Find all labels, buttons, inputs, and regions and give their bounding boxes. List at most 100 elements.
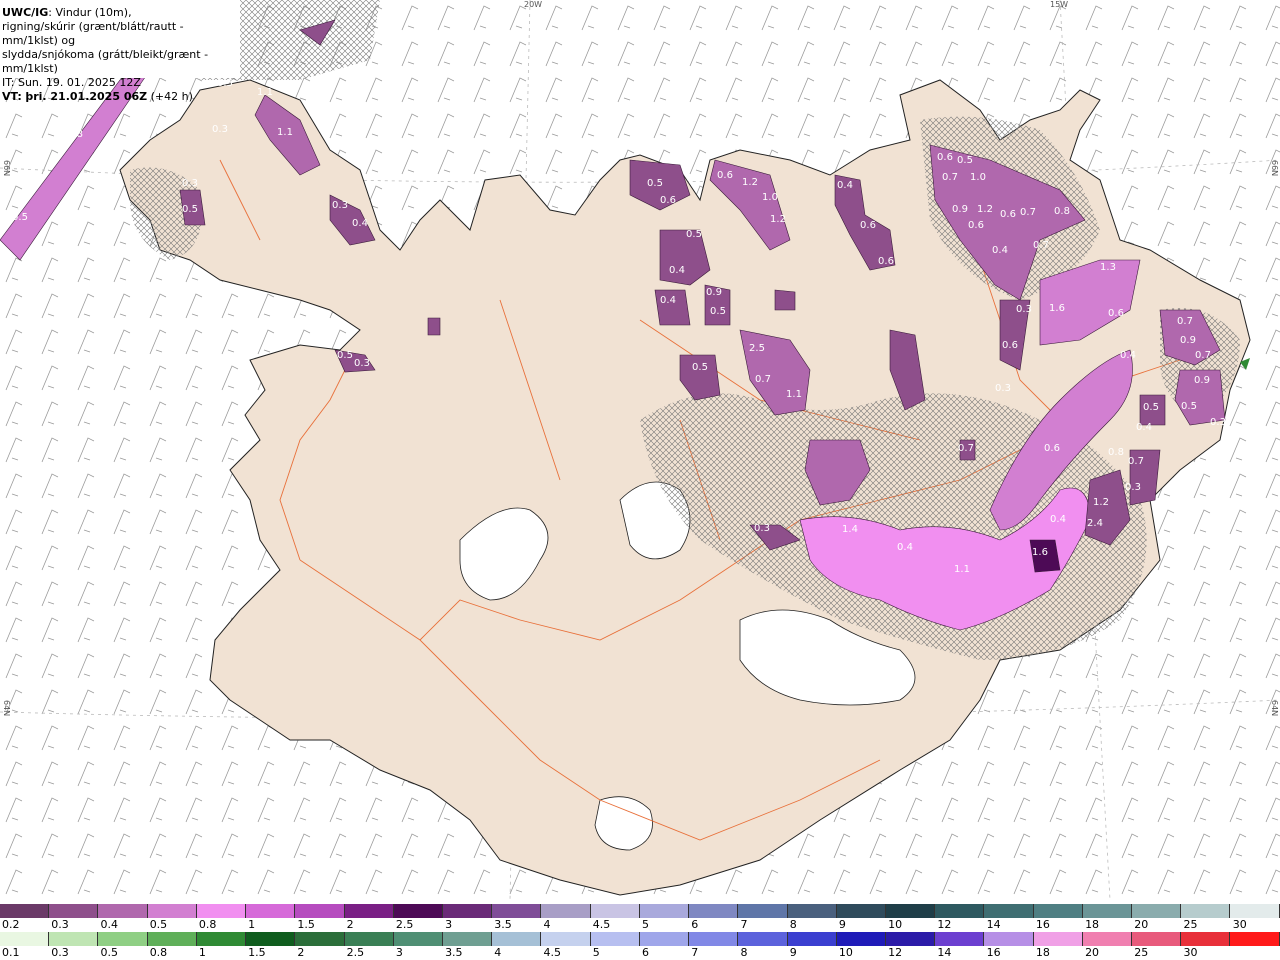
legend-swatch bbox=[442, 904, 493, 918]
legend-swatch bbox=[0, 904, 50, 918]
legend-swatch bbox=[246, 932, 296, 946]
precip-value-label: 0.4 bbox=[897, 542, 913, 553]
precip-value-label: 0.4 bbox=[1050, 514, 1066, 525]
precip-value-label: 1.1 bbox=[277, 127, 293, 138]
legend-label: 0.4 bbox=[100, 918, 118, 931]
legend-label: 25 bbox=[1183, 918, 1198, 931]
legend-swatch bbox=[885, 904, 936, 918]
precip-value-label: 0.6 bbox=[968, 220, 984, 231]
header-line3: slydda/snjókoma (grátt/bleikt/grænt - mm… bbox=[2, 48, 209, 75]
legend-label: 0.5 bbox=[149, 918, 168, 931]
legend-swatch bbox=[935, 932, 985, 946]
precip-value-label: 0.9 bbox=[952, 204, 968, 215]
precip-value-label: 0.3 bbox=[354, 358, 370, 369]
precip-value-label: 0.7 bbox=[1177, 316, 1193, 327]
legend-label: 12 bbox=[937, 918, 952, 931]
precip-value-label: 0.9 bbox=[1180, 335, 1196, 346]
lat-64n-left-label: 64N bbox=[2, 700, 11, 717]
header-line1: : Vindur (10m), bbox=[48, 6, 132, 19]
legend-label: 0.5 bbox=[100, 946, 118, 959]
lon-15w-label: 15W bbox=[1050, 0, 1069, 9]
precip-value-label: 1.0 bbox=[762, 192, 778, 203]
legend-label: 2 bbox=[297, 946, 305, 959]
legend-swatch bbox=[147, 932, 197, 946]
precip-value-label: 0.5 bbox=[12, 212, 28, 223]
legend-label: 7 bbox=[691, 946, 699, 959]
legend-label: 8 bbox=[789, 918, 797, 931]
forecast-offset: (+42 h) bbox=[150, 90, 193, 103]
legend-swatch bbox=[935, 904, 985, 918]
header-line2: rigning/skúrir (grænt/blátt/rautt - mm/1… bbox=[2, 20, 184, 47]
precip-value-label: 1.1 bbox=[257, 87, 273, 98]
legend-swatch bbox=[541, 904, 591, 918]
legend-label: 20 bbox=[1134, 918, 1149, 931]
legend-label: 3.5 bbox=[494, 918, 512, 931]
precip-value-label: 0.5 bbox=[686, 229, 702, 240]
legend-label: 4 bbox=[494, 946, 502, 959]
precip-value-label: 0.7 bbox=[755, 374, 771, 385]
valid-time-label: VT: bbox=[2, 90, 22, 103]
precip-value-label: 0.8 bbox=[1108, 447, 1124, 458]
legend-label: 4 bbox=[543, 918, 551, 931]
lat-64n-right-label: 64N bbox=[1270, 700, 1279, 717]
precip-value-label: 0.3 bbox=[995, 383, 1011, 394]
legend-label: 14 bbox=[986, 918, 1001, 931]
precip-value-label: 0.3 bbox=[1125, 482, 1141, 493]
precip-value-label: 0.6 bbox=[717, 170, 733, 181]
legend-label: 3 bbox=[445, 918, 453, 931]
legend-swatch bbox=[885, 932, 936, 946]
precip-value-label: 0.7 bbox=[1128, 456, 1144, 467]
precip-value-label: 1.6 bbox=[1049, 303, 1065, 314]
init-time: IT: Sun. 19. 01. 2025 12Z bbox=[2, 76, 141, 89]
precip-value-label: 0.5 bbox=[957, 155, 973, 166]
legend-label: 30 bbox=[1183, 946, 1198, 959]
legend-swatch bbox=[196, 932, 247, 946]
legend-label: 8 bbox=[740, 946, 748, 959]
legend-swatch bbox=[1132, 904, 1182, 918]
precip-value-label: 0.6 bbox=[860, 220, 876, 231]
precip-value-label: 0.4 bbox=[352, 218, 368, 229]
legend-label: 3.5 bbox=[445, 946, 463, 959]
legend-swatch bbox=[1181, 904, 1231, 918]
legend-label: 5 bbox=[642, 918, 649, 931]
legend-label: 2.5 bbox=[395, 918, 414, 931]
precip-value-label: 0.4 bbox=[660, 295, 676, 306]
legend-swatch bbox=[393, 904, 443, 918]
legend-label: 6 bbox=[642, 946, 649, 959]
legend-label: 1.5 bbox=[248, 946, 266, 959]
legend-label: 18 bbox=[1085, 918, 1100, 931]
legend-label: 12 bbox=[888, 946, 903, 959]
legend-label: 2 bbox=[346, 918, 354, 931]
precip-value-label: 1.1 bbox=[954, 564, 970, 575]
legend-swatch bbox=[344, 932, 394, 946]
precip-value-label: 2.4 bbox=[1087, 518, 1103, 529]
precip-value-label: 1.2 bbox=[742, 177, 758, 188]
precip-value-label: 0.3 bbox=[754, 523, 770, 534]
legend-label: 14 bbox=[937, 946, 952, 959]
legend-swatch bbox=[738, 932, 788, 946]
legend-rain-swatches bbox=[0, 932, 1280, 946]
precip-value-label: 0.6 bbox=[878, 256, 894, 267]
precip-value-label: 0.7 bbox=[942, 172, 958, 183]
legend-label: 3 bbox=[395, 946, 403, 959]
precip-value-label: 1.4 bbox=[842, 524, 858, 535]
precip-value-label: 0.7 bbox=[958, 443, 974, 454]
legend-swatch bbox=[1230, 932, 1280, 946]
legend-swatch bbox=[98, 932, 148, 946]
precip-value-label: 0.5 bbox=[1181, 401, 1197, 412]
legend-swatch bbox=[787, 904, 837, 918]
legend-swatch bbox=[787, 932, 837, 946]
precip-value-label: 0.4 bbox=[669, 265, 685, 276]
legend-swatch bbox=[1132, 932, 1182, 946]
legend-swatch bbox=[738, 904, 788, 918]
legend-swatch bbox=[689, 932, 739, 946]
precip-value-label: 0.4 bbox=[1136, 422, 1152, 433]
precip-value-label: 1.3 bbox=[1100, 262, 1116, 273]
legend-swatch bbox=[1230, 904, 1280, 918]
precip-value-label: 0.4 bbox=[992, 245, 1008, 256]
legend-swatch bbox=[246, 904, 296, 918]
legend-swatch bbox=[541, 932, 591, 946]
legend-swatch bbox=[344, 904, 394, 918]
legend-swatch bbox=[639, 932, 690, 946]
precip-value-label: 0.5 bbox=[710, 306, 726, 317]
